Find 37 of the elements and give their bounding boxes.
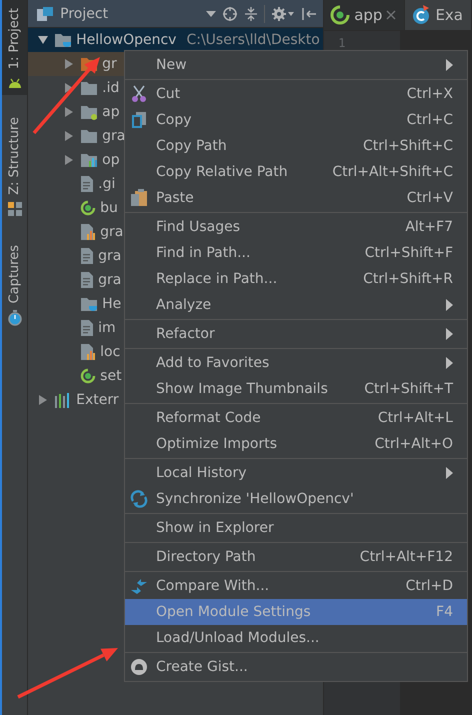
shortcut-label: F4 <box>436 604 453 620</box>
shortcut-label: Ctrl+Alt+L <box>378 410 453 426</box>
shortcut-label: Ctrl+C <box>406 112 453 128</box>
project-path: C:\Users\lld\Deskto <box>186 32 320 48</box>
tool-window-label: Z: Structure <box>7 117 22 196</box>
shortcut-label: Ctrl+Shift+R <box>363 271 453 287</box>
shortcut-label: Alt+F7 <box>405 219 453 235</box>
tool-window-label: Captures <box>7 245 22 304</box>
shortcut-label: Ctrl+Shift+T <box>364 381 453 397</box>
shortcut-label: Ctrl+Shift+C <box>363 138 453 154</box>
tree-item-label: ap <box>102 104 120 120</box>
tree-item-label: HellowOpencv <box>76 32 176 48</box>
tree-item-label: im <box>98 320 116 336</box>
tree-item-label: He <box>102 296 122 312</box>
tree-item-label: gra <box>100 224 124 240</box>
tree-item-label: gr <box>102 56 117 72</box>
tree-item-label: loc <box>100 344 120 360</box>
tool-window-label: 1: Project <box>7 8 22 70</box>
tree-item-label: op <box>102 152 120 168</box>
tree-item-label: gra <box>98 248 122 264</box>
panel-title: Project <box>60 6 110 22</box>
shortcut-label: Ctrl+D <box>406 578 453 594</box>
tree-item-label: gra <box>102 128 126 144</box>
shortcut-label: Ctrl+Shift+F <box>364 245 453 261</box>
tab-label: app <box>354 6 382 24</box>
shortcut-label: Ctrl+Alt+O <box>374 436 453 452</box>
shortcut-label: Ctrl+V <box>406 190 453 206</box>
shortcut-label: Ctrl+Alt+F12 <box>360 549 453 565</box>
tab-label: Exa <box>435 6 463 24</box>
tree-item-label: Exterr <box>76 392 119 408</box>
tree-item-label: .gi <box>98 176 116 192</box>
tree-item-label: .id <box>102 80 120 96</box>
shortcut-label: Ctrl+X <box>406 86 453 102</box>
shortcut-label: Ctrl+Alt+Shift+C <box>332 164 453 180</box>
tree-item-label: set <box>100 368 122 384</box>
tree-item-label: gra <box>98 272 122 288</box>
tree-item-label: bu <box>100 200 118 216</box>
